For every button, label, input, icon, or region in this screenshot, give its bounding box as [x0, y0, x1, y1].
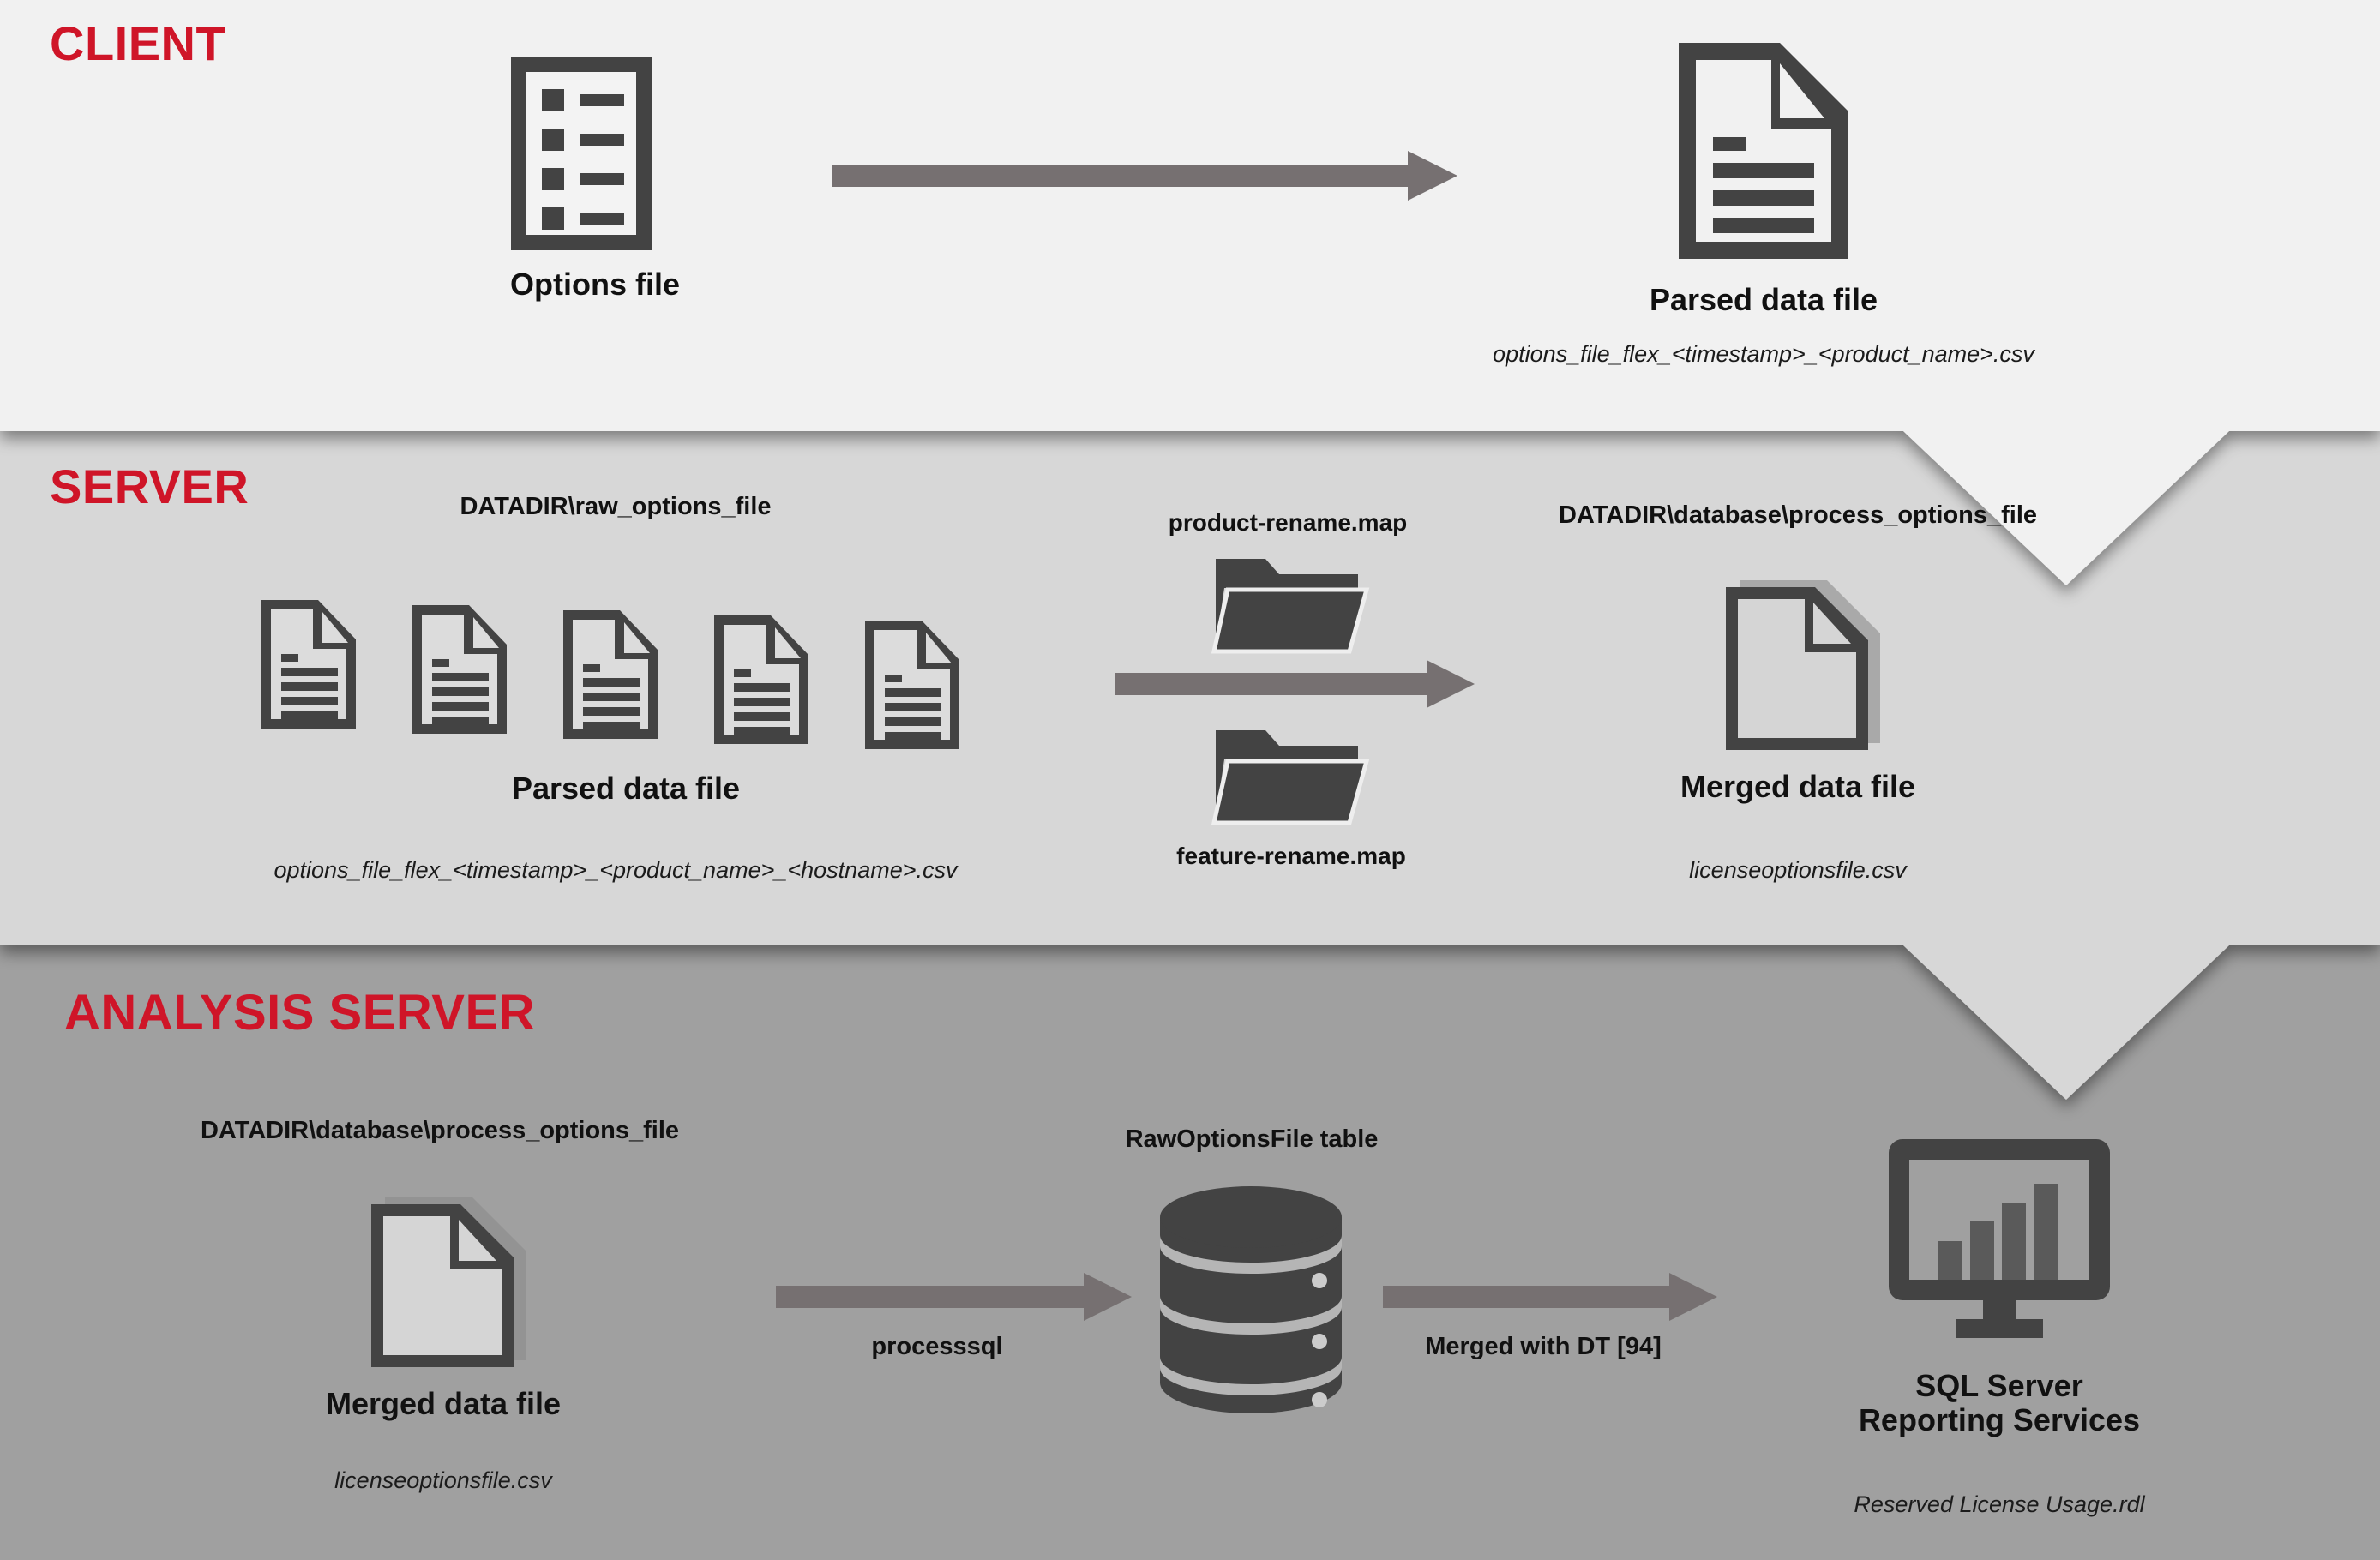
server-section-title: SERVER — [50, 459, 249, 513]
sql-server-line2: Reporting Services — [1858, 1402, 2141, 1438]
options-file-label: Options file — [510, 267, 680, 302]
server-process-options-path-label: DATADIR\database\process_options_file — [1558, 501, 2038, 529]
folder-icon — [1211, 722, 1370, 825]
product-rename-map-label: product-rename.map — [1168, 509, 1408, 536]
sql-server-reporting-services-caption: Reserved License Usage.rdl — [1854, 1491, 2145, 1517]
server-raw-options-path-label: DATADIR\raw_options_file — [460, 493, 772, 520]
parsed-data-file-client-label: Parsed data file — [1649, 282, 1878, 317]
parsed-data-file-server-caption: options_file_flex_<timestamp>_<product_n… — [273, 857, 958, 883]
database-cylinder-icon — [1160, 1186, 1342, 1413]
monitor-chart-icon — [1889, 1139, 2110, 1338]
sql-server-line1: SQL Server — [1915, 1368, 2083, 1403]
processsql-arrow-label: processsql — [871, 1333, 1003, 1360]
merged-data-file-server-label: Merged data file — [1680, 769, 1916, 804]
merged-data-file-analysis-label: Merged data file — [325, 1386, 562, 1421]
client-flow-arrow-icon — [832, 151, 1457, 201]
analysis-process-options-path-label: DATADIR\database\process_options_file — [200, 1117, 680, 1144]
multi-document-file-icon — [261, 600, 959, 763]
parsed-data-file-client-caption: options_file_flex_<timestamp>_<product_n… — [1493, 341, 2034, 367]
merged-data-file-server-caption: licenseoptionsfile.csv — [1689, 857, 1907, 883]
feature-rename-map-label: feature-rename.map — [1176, 843, 1406, 869]
client-section-title: CLIENT — [50, 16, 226, 70]
merged-with-dt-arrow-label: Merged with DT [94] — [1425, 1333, 1662, 1360]
merged-document-file-icon — [371, 1197, 526, 1369]
server-flow-arrow-icon — [1115, 660, 1475, 708]
analysis-section-title: ANALYSIS SERVER — [64, 985, 536, 1041]
merged-data-file-analysis-caption: licenseoptionsfile.csv — [334, 1467, 552, 1493]
merged-document-file-icon — [1726, 580, 1880, 752]
merged-with-dt-arrow-icon — [1383, 1273, 1717, 1321]
document-file-icon — [1679, 43, 1848, 259]
sql-server-reporting-services-label: SQL Server Reporting Services — [1858, 1368, 2141, 1438]
diagram-canvas: CLIENT Options file Parsed data file opt… — [0, 0, 2380, 1560]
processsql-arrow-icon — [776, 1273, 1132, 1321]
parsed-data-file-server-label: Parsed data file — [511, 771, 741, 806]
folder-icon — [1211, 550, 1370, 654]
rawoptionsfile-table-label: RawOptionsFile table — [1125, 1125, 1379, 1153]
options-list-file-icon — [511, 57, 652, 250]
